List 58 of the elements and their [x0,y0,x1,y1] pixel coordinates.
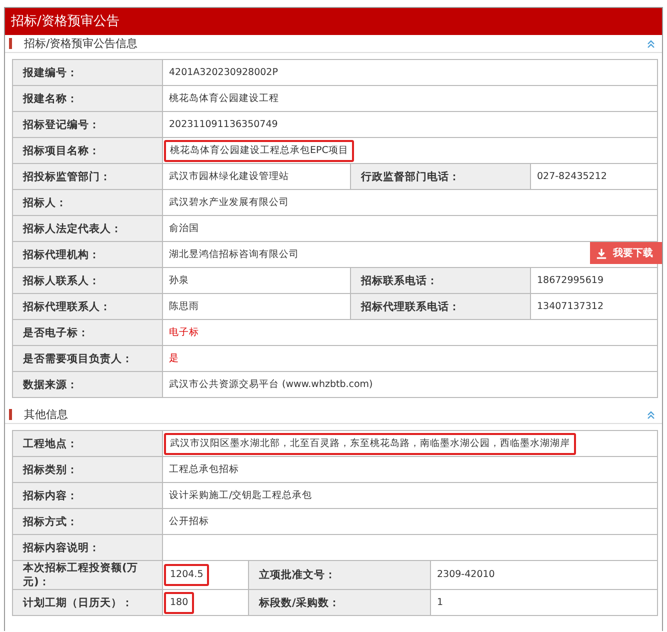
field-label: 招标类别： [23,464,78,476]
field-label: 标段数/采购数： [259,596,340,608]
field-label: 招标联系电话： [361,274,438,286]
field-label: 招标代理联系电话： [361,300,460,312]
field-label: 招标人联系人： [23,274,100,286]
section-marker-icon [9,409,12,420]
field-value: 设计采购施工/交钥匙工程总承包 [169,488,312,502]
field-value: 4201A320230928002P [169,66,278,80]
field-value: 是 [169,352,179,366]
page-title: 招标/资格预审公告 [5,8,662,35]
field-value: 180 [164,592,194,614]
download-button[interactable]: 我要下载 [590,242,662,264]
field-value: 13407137312 [537,300,604,314]
field-label: 招标人法定代表人： [23,222,122,234]
field-value: 武汉碧水产业发展有限公司 [169,196,289,210]
field-value: 俞治国 [169,222,199,236]
field-label: 招标方式： [23,516,78,528]
field-label: 报建编号： [23,66,78,78]
field-value: 陈思雨 [169,300,199,314]
field-label: 招标代理联系人： [23,300,111,312]
field-value: 桃花岛体育公园建设工程总承包EPC项目 [164,140,354,162]
field-label: 招标登记编号： [23,118,100,130]
field-value: 桃花岛体育公园建设工程 [169,92,279,106]
field-label: 计划工期（日历天）： [23,596,133,608]
field-label: 本次招标工程投资额(万元)： [23,562,138,588]
collapse-icon[interactable] [646,410,656,420]
field-label: 招标项目名称： [23,144,100,156]
section-marker-icon [9,38,12,49]
field-value: 1 [437,596,444,610]
field-value: 202311091136350749 [169,118,278,132]
field-label: 招投标监管部门： [23,170,111,182]
section-title: 其他信息 [24,407,69,422]
field-value: 1204.5 [164,564,210,586]
field-value: 2309-42010 [437,568,495,582]
field-value: 武汉市汉阳区墨水湖北部，北至百灵路，东至桃花岛路，南临墨水湖公园，西临墨水湖湖岸 [164,432,576,454]
field-value: 18672995619 [537,274,604,288]
field-label: 立项批准文号： [259,569,336,581]
download-icon [596,248,607,258]
field-value: 湖北昱鸿信招标咨询有限公司 [169,248,299,262]
field-value: 公开招标 [169,514,209,528]
field-value: 武汉市公共资源交易平台 (www.whzbtb.com) [169,378,373,392]
field-label: 工程地点： [23,438,78,450]
field-label: 报建名称： [23,92,78,104]
field-label: 行政监督部门电话： [361,170,460,182]
field-label: 招标内容说明： [23,542,100,554]
field-label: 招标人： [23,196,67,208]
field-value: 027-82435212 [537,170,607,184]
field-label: 是否需要项目负责人： [23,352,133,364]
field-value: 电子标 [169,326,199,340]
field-label: 招标代理机构： [23,248,100,260]
field-value: 孙泉 [169,274,189,288]
field-value: 武汉市园林绿化建设管理站 [169,170,289,184]
section-title: 招标/资格预审公告信息 [24,36,139,51]
field-label: 数据来源： [23,378,78,390]
field-value: 工程总承包招标 [169,462,239,476]
field-label: 是否电子标： [23,326,89,338]
field-label: 招标内容： [23,490,78,502]
collapse-icon[interactable] [646,38,656,48]
